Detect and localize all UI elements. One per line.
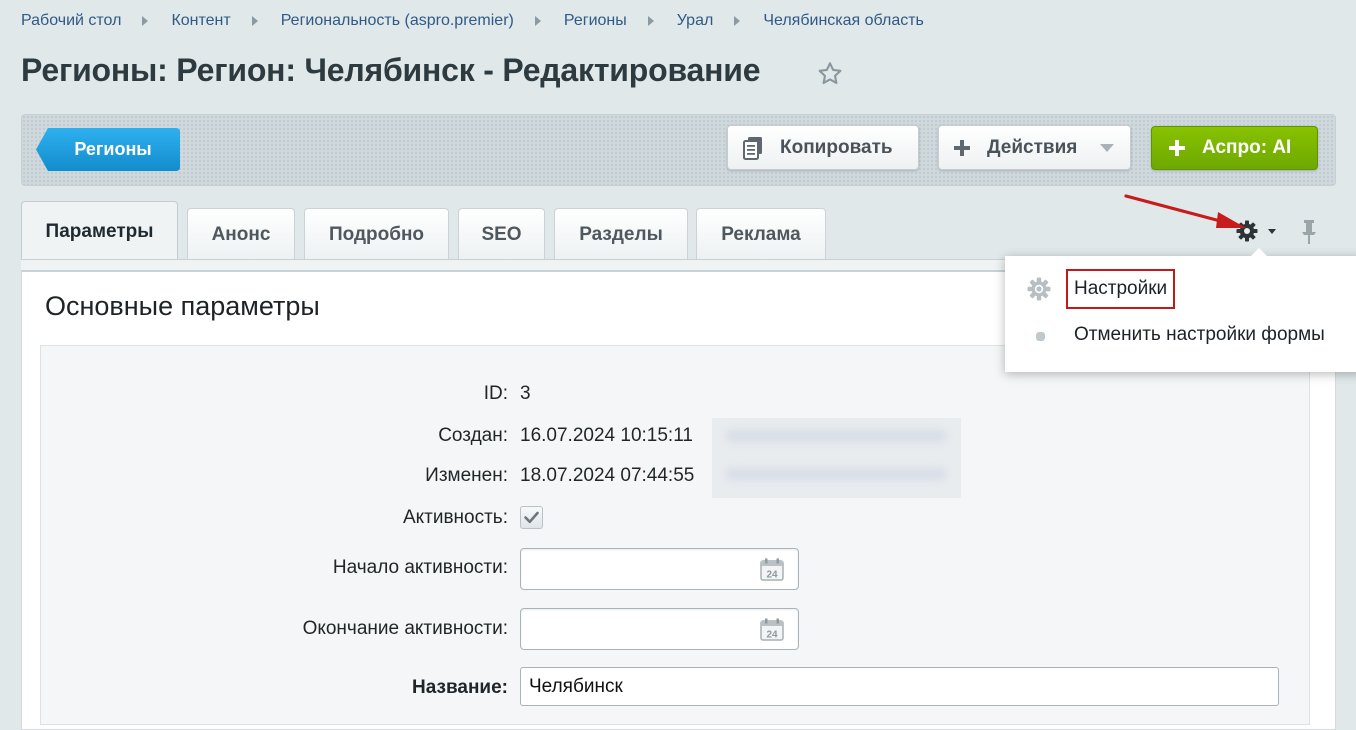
calendar-icon[interactable]: 24 xyxy=(760,558,784,581)
aspro-ai-button-label: Аспро: AI xyxy=(1202,137,1292,158)
favorite-star-icon[interactable] xyxy=(816,60,844,88)
back-button-label: Регионы xyxy=(74,139,152,159)
aspro-ai-button[interactable]: Аспро: AI xyxy=(1151,126,1318,170)
gear-icon xyxy=(1027,277,1051,301)
chevron-down-icon xyxy=(1100,144,1114,152)
breadcrumb-separator-icon xyxy=(734,16,741,26)
tab-seo[interactable]: SEO xyxy=(458,208,545,260)
breadcrumb-item-ural[interactable]: Урал xyxy=(677,12,714,30)
name-label: Название: xyxy=(411,677,508,698)
breadcrumb-separator-icon xyxy=(647,16,654,26)
name-input[interactable]: Челябинск xyxy=(520,667,1279,706)
breadcrumb-separator-icon xyxy=(534,16,541,26)
chevron-down-icon xyxy=(1268,229,1276,234)
tab-sections[interactable]: Разделы xyxy=(554,208,688,260)
tab-parameters[interactable]: Параметры xyxy=(21,201,178,261)
section-title: Основные параметры xyxy=(45,291,320,321)
breadcrumb-separator-icon xyxy=(142,16,149,26)
dropdown-notch xyxy=(1250,248,1268,257)
menu-item-reset-label: Отменить настройки формы xyxy=(1074,324,1325,345)
modified-label: Изменен: xyxy=(425,465,508,486)
back-to-regions-button[interactable]: Регионы xyxy=(36,128,180,171)
created-value: 16.07.2024 10:15:11 xyxy=(520,425,693,446)
active-label: Активность: xyxy=(402,507,508,528)
toolbar xyxy=(21,114,1336,186)
breadcrumb: Рабочий стол Контент Региональность (asp… xyxy=(21,11,924,31)
bullet-icon xyxy=(1036,332,1045,341)
tab-details[interactable]: Подробно xyxy=(304,208,449,260)
breadcrumb-item-regions[interactable]: Регионы xyxy=(564,12,627,30)
svg-text:24: 24 xyxy=(766,630,778,641)
end-activity-input[interactable]: 24 xyxy=(520,608,799,650)
breadcrumb-item-chelyabinsk-oblast[interactable]: Челябинская область xyxy=(763,12,924,30)
end-activity-label: Окончание активности: xyxy=(302,618,508,639)
menu-item-settings-label: Настройки xyxy=(1066,269,1176,309)
breadcrumb-item-desktop[interactable]: Рабочий стол xyxy=(21,12,121,30)
breadcrumb-separator-icon xyxy=(251,16,258,26)
blurred-user-info xyxy=(712,418,961,498)
page-title: Регионы: Регион: Челябинск - Редактирова… xyxy=(21,52,761,88)
plus-icon xyxy=(954,139,970,156)
actions-button[interactable]: Действия xyxy=(938,125,1131,170)
actions-button-label: Действия xyxy=(987,136,1078,158)
calendar-icon[interactable]: 24 xyxy=(760,618,784,641)
menu-item-settings[interactable]: Настройки xyxy=(1005,269,1356,309)
svg-text:24: 24 xyxy=(766,570,778,581)
start-activity-label: Начало активности: xyxy=(332,557,508,578)
id-value: 3 xyxy=(520,383,531,404)
breadcrumb-item-regionality[interactable]: Региональность (aspro.premier) xyxy=(281,12,514,30)
tab-announcement[interactable]: Анонс xyxy=(187,208,295,260)
start-activity-input[interactable]: 24 xyxy=(520,548,799,590)
breadcrumb-item-content[interactable]: Контент xyxy=(171,12,230,30)
copy-button[interactable]: Копировать xyxy=(727,125,919,170)
tab-advertising[interactable]: Реклама xyxy=(696,208,826,260)
settings-dropdown-menu: Настройки Отменить настройки формы xyxy=(1005,248,1356,372)
checkmark-icon xyxy=(524,511,539,524)
copy-button-label: Копировать xyxy=(780,136,893,158)
created-label: Создан: xyxy=(438,425,508,446)
copy-icon xyxy=(743,136,762,160)
id-label: ID: xyxy=(483,383,508,404)
modified-value: 18.07.2024 07:44:55 xyxy=(520,465,695,486)
menu-item-reset-form-settings[interactable]: Отменить настройки формы xyxy=(1005,315,1356,355)
plus-icon xyxy=(1169,140,1185,156)
annotation-arrow-icon xyxy=(1124,194,1246,228)
active-checkbox[interactable] xyxy=(520,506,543,529)
pin-icon[interactable] xyxy=(1298,218,1320,246)
